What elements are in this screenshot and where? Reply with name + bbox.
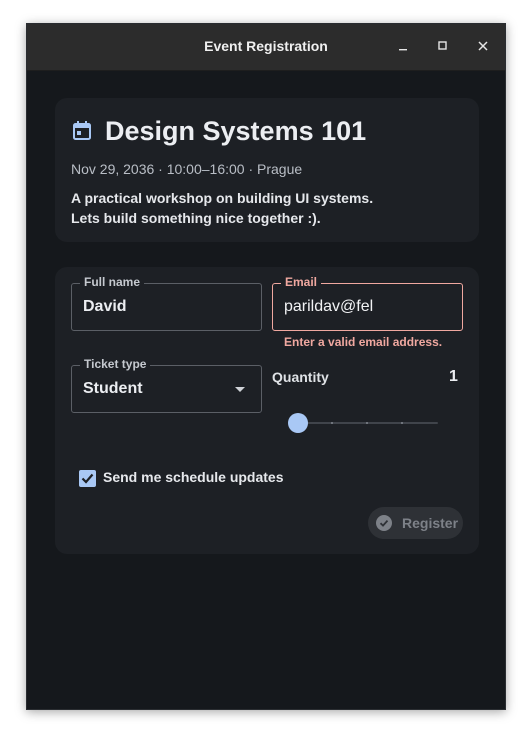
register-button[interactable]: Register <box>368 507 463 539</box>
ticket-type-select[interactable]: Ticket type Student <box>71 357 262 413</box>
schedule-updates-label[interactable]: Send me schedule updates <box>103 469 284 485</box>
slider-tick <box>331 422 333 424</box>
quantity-value: 1 <box>449 368 458 385</box>
register-label: Register <box>402 515 459 531</box>
app-window: Event Registration Design Systems 101 No… <box>26 23 506 710</box>
dropdown-arrow-icon[interactable] <box>235 387 245 392</box>
email-label: Email <box>281 275 322 289</box>
event-description-line: A practical workshop on building UI syst… <box>71 190 374 206</box>
quantity-slider-track[interactable] <box>298 422 438 424</box>
close-icon[interactable] <box>473 37 493 57</box>
email-field[interactable]: Email parildav@fel <box>272 275 463 331</box>
quantity-label: Quantity <box>272 369 329 385</box>
maximize-icon[interactable] <box>433 37 453 57</box>
minimize-icon[interactable] <box>394 37 414 57</box>
event-card: Design Systems 101 Nov 29, 2036 · 10:00–… <box>55 98 479 242</box>
registration-form: Full name David Email parildav@fel Enter… <box>55 267 479 554</box>
email-error-message: Enter a valid email address. <box>284 335 443 349</box>
calendar-icon <box>71 120 93 142</box>
event-date-location: Nov 29, 2036 · 10:00–16:00 · Prague <box>71 161 303 177</box>
slider-tick <box>366 422 368 424</box>
slider-tick <box>401 422 403 424</box>
event-title: Design Systems 101 <box>105 116 367 146</box>
full-name-field[interactable]: Full name David <box>71 275 262 331</box>
email-value[interactable]: parildav@fel <box>284 298 373 316</box>
event-description: A practical workshop on building UI syst… <box>71 188 373 228</box>
full-name-value[interactable]: David <box>83 298 127 316</box>
ticket-type-label: Ticket type <box>80 357 151 371</box>
schedule-updates-checkbox[interactable] <box>79 470 96 487</box>
full-name-label: Full name <box>80 275 145 289</box>
quantity-slider-thumb[interactable] <box>288 413 308 433</box>
event-description-line: Lets build something nice together :). <box>71 210 321 226</box>
check-circle-icon <box>376 515 392 531</box>
title-bar[interactable]: Event Registration <box>27 24 505 71</box>
ticket-type-value: Student <box>83 380 143 397</box>
